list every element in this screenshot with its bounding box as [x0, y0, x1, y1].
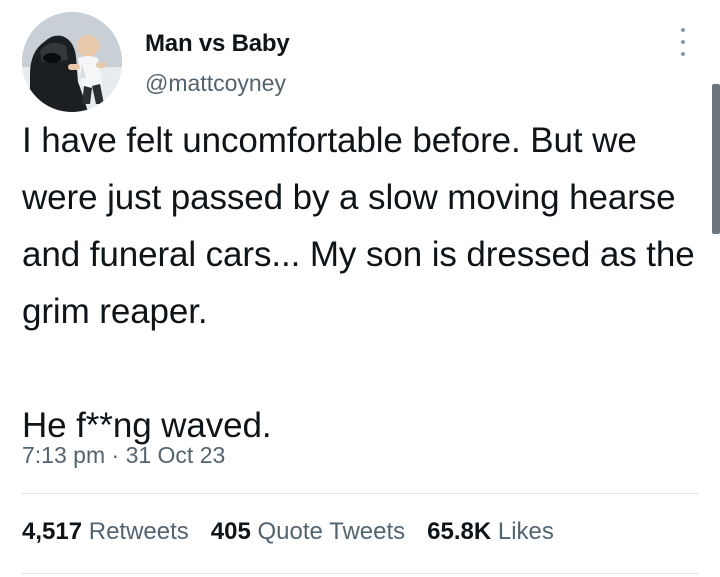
more-vertical-icon[interactable]: [675, 28, 691, 56]
tweet-timestamp[interactable]: 7:13 pm · 31 Oct 23: [22, 442, 225, 469]
tweet-time: 7:13 pm: [22, 442, 106, 468]
quote-tweets-stat[interactable]: 405 Quote Tweets: [211, 518, 405, 546]
divider: [22, 493, 698, 494]
retweets-count: 4,517: [22, 518, 83, 545]
tweet-stats: 4,517 Retweets 405 Quote Tweets 65.8K Li…: [22, 518, 554, 546]
avatar[interactable]: [22, 12, 122, 112]
tweet-text: I have felt uncomfortable before. But we…: [22, 112, 707, 454]
author-display-name[interactable]: Man vs Baby: [145, 30, 290, 58]
more-dot: [681, 40, 685, 44]
quote-tweets-count: 405: [210, 518, 251, 545]
tweet-text-paragraph-1: I have felt uncomfortable before. But we…: [22, 121, 695, 331]
tweet-card: Man vs Baby @mattcoyney I have felt unco…: [0, 0, 720, 577]
quote-tweets-label: Quote Tweets: [257, 518, 406, 545]
likes-stat[interactable]: 65.8K Likes: [427, 518, 554, 546]
likes-count: 65.8K: [427, 518, 492, 545]
author-handle[interactable]: @mattcoyney: [145, 70, 286, 97]
scrollbar[interactable]: [712, 84, 720, 234]
avatar-image-icon: [22, 12, 122, 112]
tweet-date: 31 Oct 23: [125, 442, 226, 468]
more-dot: [681, 52, 685, 56]
retweets-label: Retweets: [88, 518, 189, 545]
divider: [22, 573, 698, 574]
likes-label: Likes: [497, 518, 554, 545]
timestamp-separator: ·: [111, 442, 120, 468]
more-dot: [681, 28, 685, 32]
retweets-stat[interactable]: 4,517 Retweets: [22, 518, 189, 546]
